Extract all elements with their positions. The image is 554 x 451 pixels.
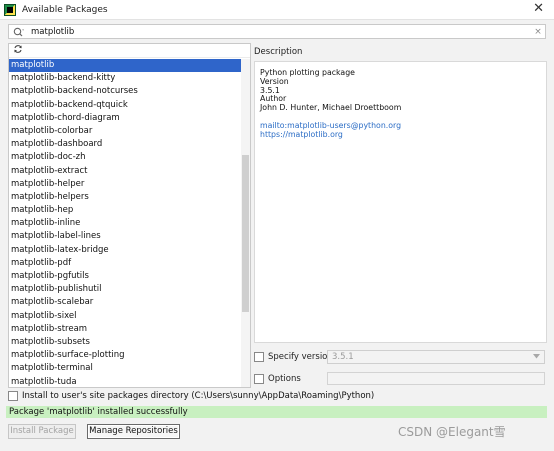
- package-list: matplotlib matplotlib-backend-kitty matplo…: [9, 59, 242, 389]
- refresh-icon[interactable]: [13, 44, 23, 57]
- package-list-item[interactable]: matplotlib-terminal: [9, 362, 242, 375]
- package-list-scrollbar[interactable]: [241, 59, 250, 387]
- search-field[interactable]: ×: [8, 24, 546, 39]
- version-select[interactable]: 3.5.1: [327, 350, 545, 364]
- package-list-item[interactable]: matplotlib-surface-plotting: [9, 349, 242, 362]
- package-list-item[interactable]: matplotlib-pdf: [9, 257, 242, 270]
- package-list-item[interactable]: matplotlib-doc-zh: [9, 151, 242, 164]
- package-list-item[interactable]: matplotlib-chord-diagram: [9, 112, 242, 125]
- package-list-item[interactable]: matplotlib-extract: [9, 165, 242, 178]
- package-list-item[interactable]: matplotlib-stream: [9, 323, 242, 336]
- package-summary: Python plotting package: [260, 68, 355, 77]
- package-list-item[interactable]: matplotlib-latex-bridge: [9, 244, 242, 257]
- scrollbar-thumb[interactable]: [242, 155, 249, 312]
- install-user-site-checkbox[interactable]: [8, 391, 18, 401]
- options-checkbox[interactable]: [254, 374, 264, 384]
- close-icon[interactable]: ✕: [533, 2, 544, 16]
- homepage-link[interactable]: https://matplotlib.org: [260, 130, 541, 140]
- version-select-value: 3.5.1: [332, 352, 354, 362]
- install-package-button[interactable]: Install Package: [8, 424, 76, 439]
- install-user-site-label: Install to user's site packages director…: [22, 391, 375, 401]
- package-list-item[interactable]: matplotlib-dashboard: [9, 138, 242, 151]
- package-list-toolbar: [9, 44, 250, 58]
- package-list-item[interactable]: matplotlib-sixel: [9, 310, 242, 323]
- version-label: Version: [260, 76, 289, 86]
- window-title: Available Packages: [22, 4, 108, 15]
- options-label: Options: [268, 374, 301, 384]
- package-list-item[interactable]: matplotlib-backend-qtquick: [9, 99, 242, 112]
- options-input[interactable]: [327, 372, 545, 385]
- description-header: Description: [254, 47, 303, 57]
- specify-version-row: Specify version: [254, 352, 333, 362]
- package-list-item[interactable]: matplotlib-label-lines: [9, 230, 242, 243]
- specify-version-checkbox[interactable]: [254, 352, 264, 362]
- package-list-item[interactable]: matplotlib-helper: [9, 178, 242, 191]
- package-list-item[interactable]: matplotlib-pgfutils: [9, 270, 242, 283]
- clear-search-icon[interactable]: ×: [531, 27, 545, 37]
- package-list-item[interactable]: matplotlib-backend-kitty: [9, 72, 242, 85]
- package-list-item[interactable]: matplotlib-hep: [9, 204, 242, 217]
- package-list-item[interactable]: matplotlib-publishutil: [9, 283, 242, 296]
- author-value: John D. Hunter, Michael Droettboom: [260, 103, 402, 113]
- status-message: Package 'matplotlib' installed successfu…: [6, 406, 547, 418]
- package-list-item[interactable]: matplotlib-colorbar: [9, 125, 242, 138]
- chevron-down-icon: [533, 352, 540, 362]
- package-list-item[interactable]: matplotlib-backend-notcurses: [9, 85, 242, 98]
- package-list-panel: matplotlib matplotlib-backend-kitty matplo…: [8, 43, 251, 388]
- description-panel: Python plotting package Version 3.5.1 Au…: [254, 61, 547, 343]
- package-list-item[interactable]: matplotlib-inline: [9, 217, 242, 230]
- package-list-item[interactable]: matplotlib-scalebar: [9, 296, 242, 309]
- package-list-item[interactable]: matplotlib-tuda: [9, 376, 242, 389]
- search-input[interactable]: [27, 25, 531, 38]
- options-row: Options: [254, 374, 301, 384]
- specify-version-label: Specify version: [268, 352, 333, 362]
- package-list-item[interactable]: matplotlib-subsets: [9, 336, 242, 349]
- title-bar: Available Packages ✕: [0, 0, 554, 20]
- manage-repositories-button[interactable]: Manage Repositories: [87, 424, 180, 439]
- pycharm-icon: [4, 3, 16, 16]
- version-value: 3.5.1: [260, 85, 280, 95]
- package-list-item[interactable]: matplotlib: [9, 59, 242, 73]
- search-icon[interactable]: [13, 25, 27, 38]
- package-list-item[interactable]: matplotlib-helpers: [9, 191, 242, 204]
- install-user-site-row: Install to user's site packages director…: [8, 391, 374, 401]
- watermark: CSDN @Elegant雪: [398, 425, 506, 439]
